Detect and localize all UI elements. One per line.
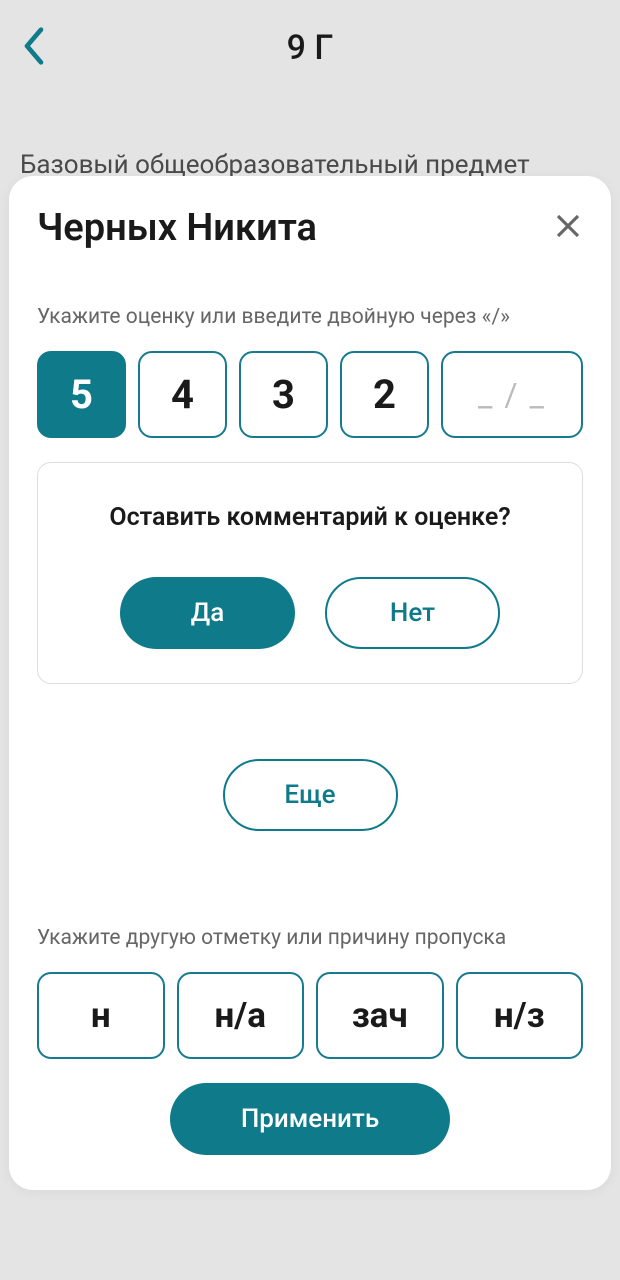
grade-button-2[interactable]: 2: [340, 351, 429, 438]
close-icon[interactable]: [553, 211, 583, 245]
back-icon[interactable]: [20, 25, 48, 71]
no-button[interactable]: Нет: [325, 577, 500, 649]
mark-button-n[interactable]: н: [37, 972, 165, 1059]
header: 9 Г: [0, 0, 620, 95]
comment-box: Оставить комментарий к оценке? Да Нет: [37, 462, 583, 684]
mark-row: н н/а зач н/з: [37, 972, 583, 1059]
mark-button-na[interactable]: н/а: [177, 972, 305, 1059]
grade-modal: Черных Никита Укажите оценку или введите…: [9, 176, 611, 1190]
dual-grade-input[interactable]: _ / _: [441, 351, 583, 438]
comment-buttons: Да Нет: [68, 577, 552, 649]
grade-button-5[interactable]: 5: [37, 351, 126, 438]
grade-row: 5 4 3 2 _ / _: [37, 351, 583, 438]
mark-button-nz[interactable]: н/з: [456, 972, 584, 1059]
mark-button-zach[interactable]: зач: [316, 972, 444, 1059]
grade-button-3[interactable]: 3: [239, 351, 328, 438]
grade-instruction: Укажите оценку или введите двойную через…: [37, 305, 583, 329]
apply-row: Применить: [37, 1083, 583, 1155]
comment-prompt: Оставить комментарий к оценке?: [68, 503, 552, 532]
grade-button-4[interactable]: 4: [138, 351, 227, 438]
apply-button[interactable]: Применить: [170, 1083, 450, 1155]
mark-instruction: Укажите другую отметку или причину пропу…: [37, 926, 583, 950]
yes-button[interactable]: Да: [120, 577, 295, 649]
student-name: Черных Никита: [37, 206, 317, 250]
page-title: 9 Г: [287, 28, 334, 68]
modal-header: Черных Никита: [37, 206, 583, 250]
more-row: Еще: [37, 759, 583, 831]
more-button[interactable]: Еще: [223, 759, 398, 831]
